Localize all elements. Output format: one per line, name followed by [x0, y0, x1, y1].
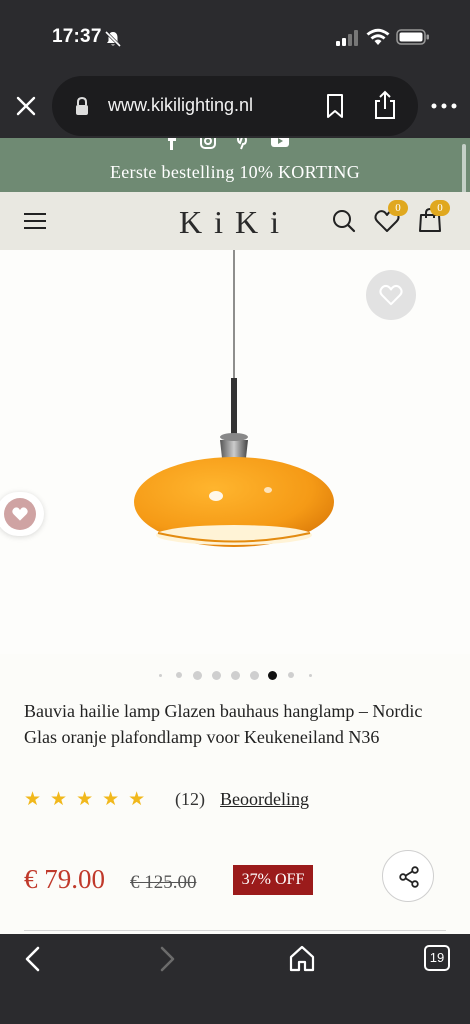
share-product-button[interactable]	[382, 850, 434, 902]
status-bar: 17:37	[0, 0, 470, 76]
facebook-icon[interactable]	[163, 138, 181, 150]
heart-icon	[379, 284, 403, 306]
gallery-pagination	[0, 670, 470, 680]
cellular-signal-icon	[336, 30, 358, 46]
scroll-indicator	[462, 144, 466, 194]
bookmark-icon[interactable]	[324, 93, 346, 119]
close-icon[interactable]	[12, 92, 40, 120]
wishlist-count-badge: 0	[388, 200, 408, 216]
gallery-dot[interactable]	[308, 673, 312, 677]
cart-count-badge: 0	[430, 200, 450, 216]
gallery-dot[interactable]	[288, 672, 294, 678]
gallery-dot[interactable]	[230, 670, 240, 680]
rating-stars: ★★★★★	[24, 789, 155, 810]
heart-filled-icon	[12, 507, 28, 521]
bell-muted-icon	[104, 30, 122, 48]
forward-icon[interactable]	[156, 946, 178, 972]
social-links	[0, 138, 470, 152]
rating-count: (12)	[175, 789, 205, 809]
promo-text[interactable]: Eerste bestelling 10% KORTING	[0, 162, 470, 183]
product-image[interactable]	[0, 250, 470, 654]
back-icon[interactable]	[22, 946, 44, 972]
instagram-icon[interactable]	[199, 138, 217, 150]
address-bar[interactable]: www.kikilighting.nl	[52, 76, 418, 136]
wifi-icon	[366, 28, 390, 45]
home-icon[interactable]	[288, 944, 316, 972]
share-nodes-icon	[399, 866, 419, 888]
share-icon[interactable]	[372, 90, 398, 120]
floating-wishlist-circle	[4, 498, 36, 530]
web-page: Eerste bestelling 10% KORTING KiKi 0 0 B…	[0, 138, 470, 934]
browser-address-row: www.kikilighting.nl	[0, 76, 470, 138]
tabs-button[interactable]: 19	[424, 945, 450, 971]
gallery-dot[interactable]	[211, 670, 221, 680]
gallery-dot-active[interactable]	[267, 670, 277, 680]
site-header: KiKi 0 0	[0, 192, 470, 250]
pinterest-icon[interactable]	[235, 138, 253, 150]
browser-toolbar: 19	[0, 934, 470, 1024]
youtube-icon[interactable]	[271, 138, 289, 150]
search-icon[interactable]	[332, 209, 356, 233]
discount-badge: 37% OFF	[233, 865, 313, 895]
gallery-dot[interactable]	[249, 670, 259, 680]
product-favorite-button[interactable]	[366, 270, 416, 320]
reviews-link[interactable]: Beoordeling	[220, 789, 309, 810]
site-logo[interactable]: KiKi	[150, 204, 320, 241]
status-time: 17:37	[52, 26, 102, 47]
lock-icon	[76, 96, 88, 115]
original-price: € 125.00	[130, 872, 197, 893]
section-divider	[24, 930, 446, 931]
floating-wishlist-button[interactable]	[0, 492, 44, 536]
gallery-dot[interactable]	[158, 673, 162, 677]
current-price: € 79.00	[24, 864, 105, 894]
url-text[interactable]: www.kikilighting.nl	[108, 95, 253, 116]
product-title: Bauvia hailie lamp Glazen bauhaus hangla…	[24, 701, 423, 747]
promo-banner: Eerste bestelling 10% KORTING	[0, 138, 470, 194]
menu-icon[interactable]	[24, 212, 46, 230]
product-rating: ★★★★★ (12) Beoordeling	[24, 786, 444, 810]
battery-icon	[396, 29, 429, 45]
gallery-dot[interactable]	[176, 672, 182, 678]
more-options-icon[interactable]	[430, 100, 458, 112]
gallery-dot[interactable]	[192, 670, 202, 680]
